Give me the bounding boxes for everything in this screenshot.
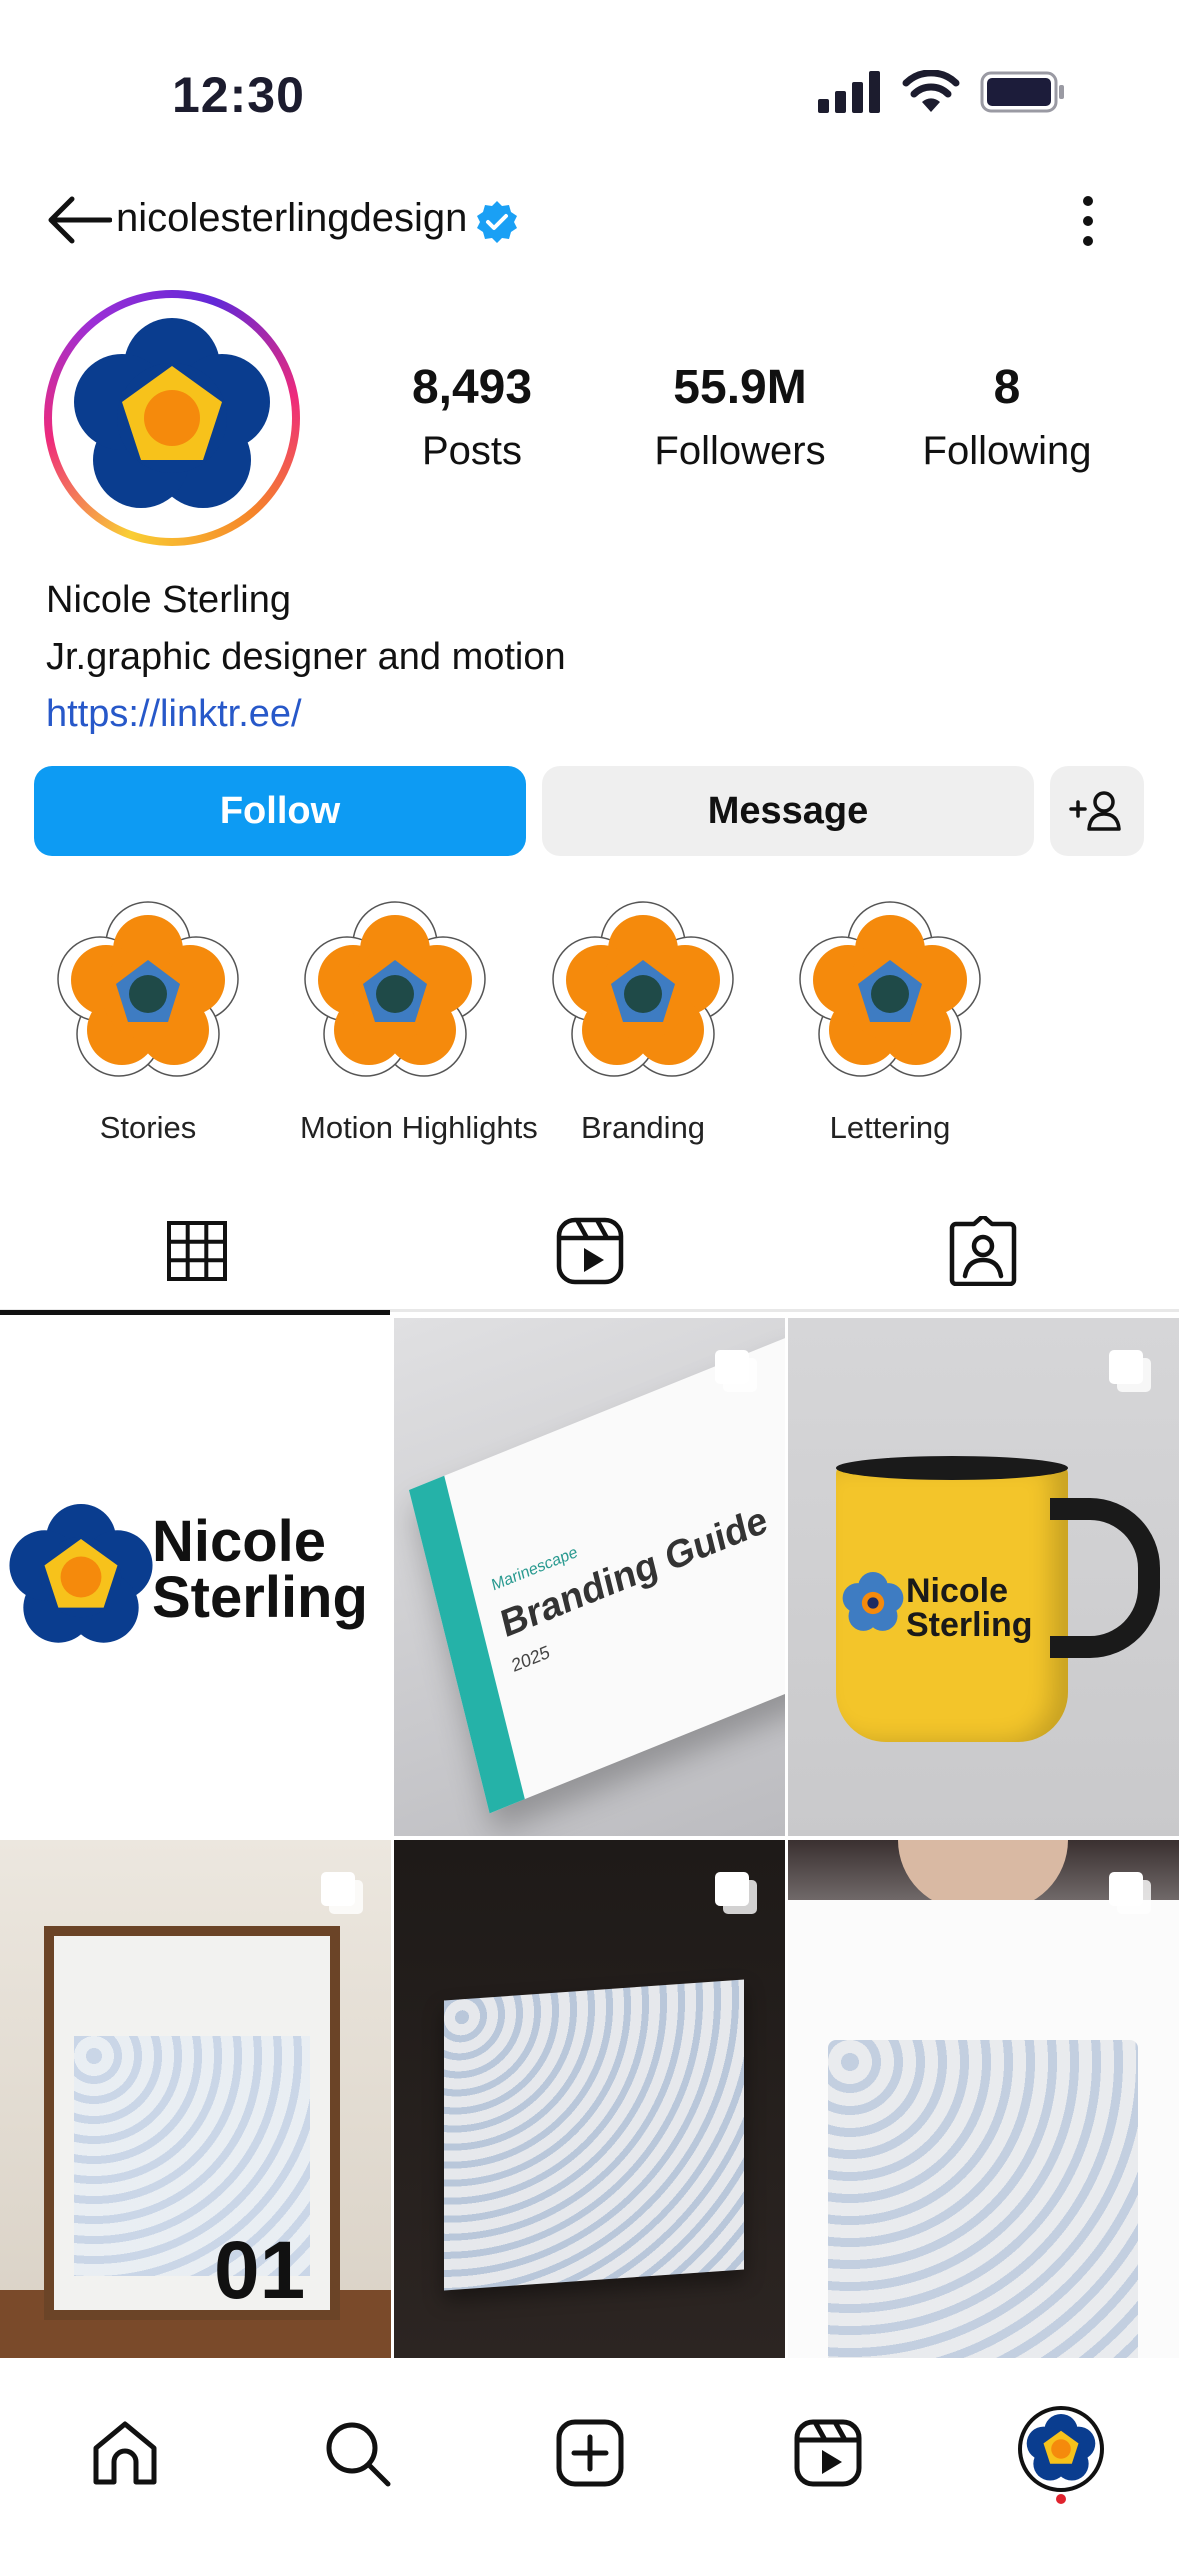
multiple-posts-icon (715, 1872, 757, 1914)
notification-dot (1056, 2494, 1066, 2504)
add-user-icon (1069, 791, 1121, 831)
post-mug[interactable]: Nicole Sterling (788, 1318, 1179, 1836)
wifi-icon (902, 70, 960, 112)
highlight-motion-highlights[interactable]: Motion Highlights (300, 900, 538, 1146)
tab-reels[interactable] (393, 1190, 786, 1312)
stat-posts-count: 8,493 (411, 361, 533, 414)
tab-posts-grid[interactable] (0, 1190, 393, 1315)
status-bar: 12:30 (0, 0, 1179, 170)
highlight-flower-icon (799, 901, 981, 1077)
more-options-icon[interactable] (1070, 193, 1106, 249)
poster-frame: 01 (44, 1926, 340, 2320)
status-time: 12:30 (172, 67, 305, 123)
logo-text-first: Nicole (152, 1509, 327, 1574)
flower-logo-icon (74, 318, 270, 508)
nav-create[interactable] (545, 2408, 635, 2498)
suggest-user-button[interactable] (1050, 766, 1144, 856)
post-tote-bag[interactable] (394, 1840, 785, 2358)
follow-button[interactable]: Follow (34, 766, 526, 856)
home-icon (93, 2421, 157, 2485)
highlight-lettering[interactable]: Lettering (795, 900, 985, 1146)
apron-fabric (828, 2040, 1138, 2358)
signal-icon (818, 71, 880, 113)
stat-followers[interactable]: 55.9M Followers (630, 360, 850, 474)
multiple-posts-icon (1109, 1872, 1151, 1914)
post-poster[interactable]: 01 (0, 1840, 391, 2358)
flower-logo-icon (842, 1572, 904, 1631)
search-icon (326, 2422, 391, 2487)
create-post-icon (556, 2419, 624, 2487)
mug-handle (1050, 1498, 1160, 1658)
profile-tabs (0, 1190, 1179, 1315)
profile-bio-text: Jr.graphic designer and motion (46, 636, 566, 678)
highlight-label: Stories (99, 1110, 197, 1145)
mug-text-first: Nicole (906, 1572, 1009, 1610)
reels-icon (556, 1217, 623, 1285)
stat-followers-count: 55.9M (673, 361, 807, 414)
multiple-posts-icon (715, 1350, 757, 1392)
grid-icon (166, 1221, 227, 1281)
message-button[interactable]: Message (542, 766, 1034, 856)
back-arrow-icon[interactable] (46, 195, 112, 245)
status-icons (818, 70, 1064, 114)
logo-text-last: Sterling (152, 1565, 368, 1630)
flower-logo-icon (9, 1504, 153, 1643)
highlight-flower-icon (304, 901, 486, 1077)
book-mockup: Branding Guide Marinescape 2025 (408, 1332, 785, 1814)
bottom-nav (0, 2364, 1179, 2556)
nav-search[interactable] (312, 2408, 402, 2498)
stat-followers-label: Followers (654, 429, 826, 473)
profile-bio: Nicole Sterling Jr.graphic designer and … (46, 572, 566, 743)
profile-username: nicolesterlingdesign (116, 196, 468, 240)
multiple-posts-icon (1109, 1350, 1151, 1392)
profile-name: Nicole Sterling (46, 579, 291, 621)
tote-bag (444, 1979, 744, 2291)
highlight-branding[interactable]: Branding (548, 900, 738, 1146)
profile-link[interactable]: https://linktr.ee/ (46, 686, 566, 743)
stat-following[interactable]: 8 Following (900, 360, 1114, 474)
stat-posts[interactable]: 8,493 Posts (372, 360, 572, 474)
nav-reels[interactable] (783, 2408, 873, 2498)
nav-profile-avatar[interactable] (1018, 2406, 1104, 2492)
tab-tagged[interactable] (786, 1190, 1179, 1312)
highlight-label: Branding (580, 1110, 706, 1145)
profile-avatar[interactable] (44, 290, 300, 546)
nav-home[interactable] (80, 2408, 170, 2498)
post-branding-guide[interactable]: Branding Guide Marinescape 2025 (394, 1318, 785, 1836)
mug-text-last: Sterling (906, 1606, 1033, 1644)
tagged-person-icon (949, 1216, 1016, 1286)
poster-number: 01 (214, 2225, 306, 2316)
highlight-flower-icon (552, 901, 734, 1077)
battery-icon (980, 71, 1064, 113)
post-logo[interactable]: Nicole Sterling (0, 1318, 391, 1836)
verified-badge-icon (477, 201, 517, 243)
reels-icon (794, 2419, 862, 2487)
highlight-stories[interactable]: Stories (53, 900, 243, 1146)
highlight-label: Motion Highlights (300, 1110, 538, 1145)
highlight-label: Lettering (829, 1110, 951, 1145)
book-year: 2025 (509, 1641, 552, 1676)
mug-body: Nicole Sterling (836, 1456, 1068, 1742)
profile-header: nicolesterlingdesign (0, 185, 1179, 255)
stat-following-label: Following (922, 429, 1092, 473)
post-apron[interactable] (788, 1840, 1179, 2358)
stat-posts-label: Posts (421, 429, 523, 473)
stat-following-count: 8 (993, 361, 1021, 414)
multiple-posts-icon (321, 1872, 363, 1914)
flower-logo-icon (1026, 2414, 1096, 2481)
highlight-flower-icon (57, 901, 239, 1077)
